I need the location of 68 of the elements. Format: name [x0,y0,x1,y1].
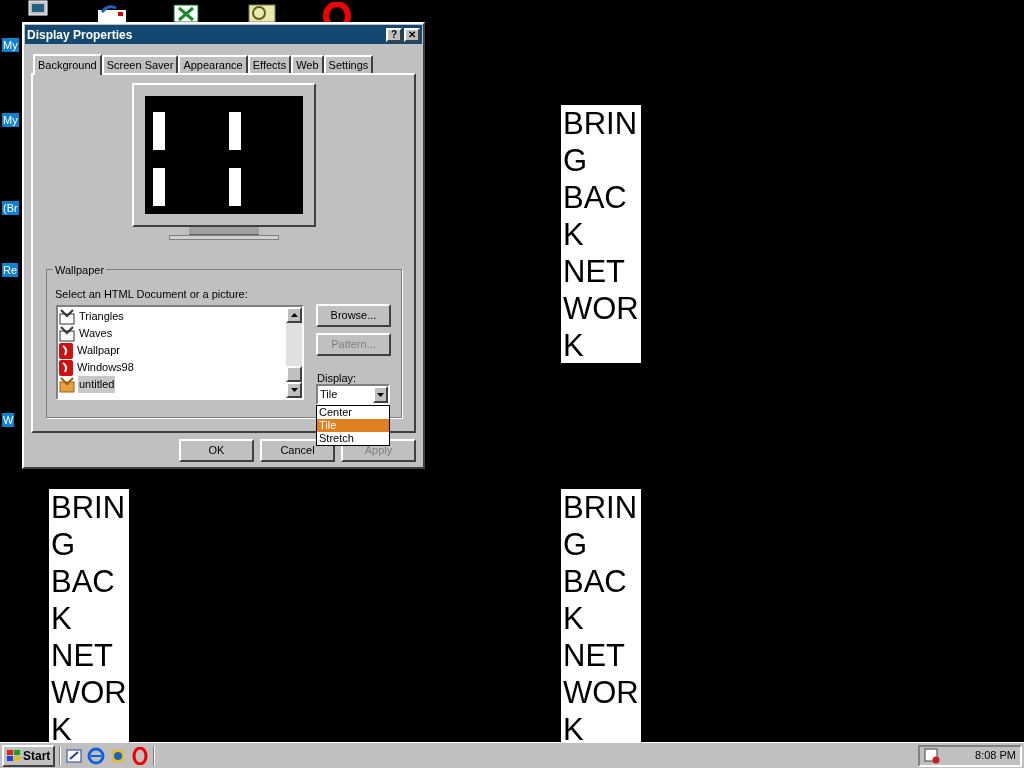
wallpaper-text: K [563,327,584,363]
list-item[interactable]: Windows98 [76,359,135,376]
browser-icon[interactable] [131,746,150,765]
wallpaper-text: BRIN [563,105,638,142]
clock: 8:08 PM [975,748,1016,764]
ok-button[interactable]: OK [179,439,254,462]
browse-button[interactable]: Browse... [316,304,391,327]
list-item[interactable]: Waves [78,325,114,342]
package-icon [59,325,75,342]
dropdown-option[interactable]: Center [317,406,389,419]
wallpaper-text: BAC [563,179,627,216]
wallpaper-text: K [51,600,72,637]
scroll-up-icon[interactable] [290,313,298,317]
wallpaper-text: WOR [51,674,127,711]
wallpaper-text: NET [563,637,625,674]
scrollbar-thumb[interactable] [286,366,302,382]
tab[interactable]: Background [33,54,102,75]
display-combobox[interactable]: Tile [316,384,390,405]
package-icon [59,376,75,393]
tab[interactable]: Screen Saver [101,55,179,73]
wallpaper-text: G [51,526,76,563]
list-item[interactable]: Wallpapr [76,342,121,359]
wallpaper-text: K [563,600,584,637]
wallpaper-text: BAC [563,563,627,600]
tab[interactable]: Appearance [178,55,248,73]
window-title: Display Properties [27,26,133,44]
desktop-icon-label[interactable]: (Br [2,201,19,215]
scheduler-icon[interactable] [924,747,940,764]
tab[interactable]: Web [291,55,324,73]
tab[interactable]: Effects [247,55,292,73]
clock-icon[interactable] [248,4,276,22]
desktop-icon-label[interactable]: My [2,38,19,52]
desktop-icon-label[interactable]: Re [2,263,19,277]
windows-logo-icon [7,749,21,762]
wallpaper-text: BRIN [563,489,638,526]
wallpaper-text: NET [563,253,625,290]
desktop-icon-label[interactable]: My [2,113,19,127]
mail-icon[interactable] [96,4,128,22]
browser-icon[interactable] [322,2,352,22]
desktop-icon[interactable] [65,746,84,765]
spreadsheet-icon[interactable] [173,4,199,22]
wallpaper-list[interactable]: Triangles Waves Wallpapr Windows98 untitled [56,305,304,400]
desktop-icon-label[interactable]: W [2,413,15,427]
list-item[interactable]: untitled [78,376,116,393]
document-icon [59,342,73,359]
help-button[interactable]: ? [386,27,402,42]
tab[interactable]: Settings [323,55,374,73]
wallpaper-text: WOR [563,674,639,711]
wallpaper-text: K [563,216,584,253]
close-button[interactable]: ✕ [404,27,420,42]
list-label: Select an HTML Document or a picture: [55,287,248,302]
wallpaper-text: K [563,711,584,747]
scroll-down-icon[interactable] [290,388,298,392]
wallpaper-text: BRIN [51,489,126,526]
display-label: Display: [317,371,357,386]
wallpaper-text: K [51,711,72,747]
wallpaper-text: WOR [563,290,639,327]
wallpaper-text: NET [51,637,113,674]
start-button[interactable]: Start [2,744,56,767]
scrollbar[interactable] [286,307,302,398]
dropdown-arrow-icon[interactable] [377,392,384,397]
wallpaper-text: G [563,526,588,563]
computer-icon[interactable] [28,0,48,18]
list-item[interactable]: Triangles [78,308,125,325]
package-icon [59,308,75,325]
wallpaper-text: BAC [51,563,115,600]
wallpaper-text: G [563,142,588,179]
document-icon [59,359,73,376]
